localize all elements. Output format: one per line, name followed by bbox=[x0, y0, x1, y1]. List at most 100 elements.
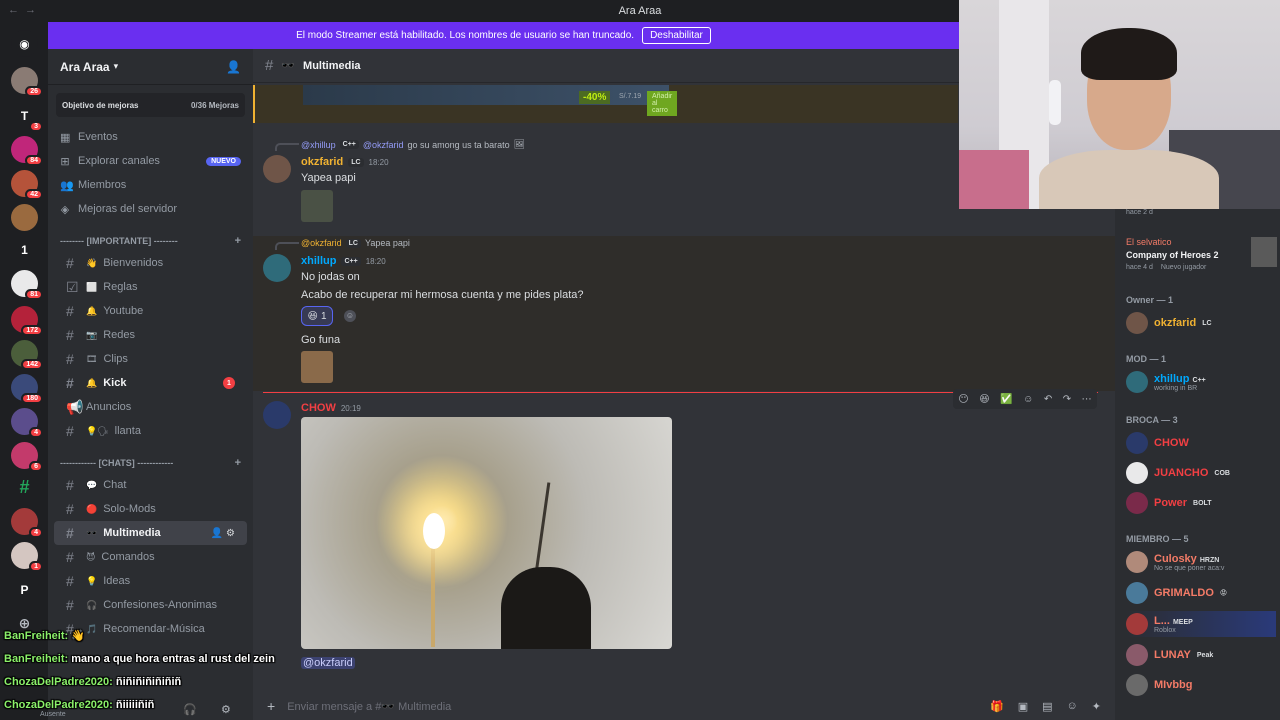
image-attachment[interactable] bbox=[301, 417, 672, 649]
channel-youtube[interactable]: # 🔔 Youtube bbox=[54, 299, 247, 323]
menu-item-members[interactable]: 👥 Miembros bbox=[48, 173, 253, 197]
sticker-icon[interactable]: ▤ bbox=[1042, 700, 1052, 713]
headset-icon[interactable]: 🎧 bbox=[183, 703, 197, 716]
add-reaction-icon[interactable]: ☺ bbox=[344, 310, 356, 322]
group-header: MIEMBRO — 5 bbox=[1126, 534, 1189, 544]
channel-reglas[interactable]: ☑ ⬜ Reglas bbox=[54, 275, 247, 299]
boost-goal[interactable]: Objetivo de mejoras 0/36 Mejoras bbox=[56, 93, 245, 117]
unread-badge: 1 bbox=[223, 377, 235, 389]
channel-kick[interactable]: # 🔔 Kick 1 bbox=[54, 371, 247, 395]
menu-item-browse[interactable]: ⊞ Explorar canales NUEVO bbox=[48, 149, 253, 173]
group-header: BROCA — 3 bbox=[1126, 415, 1178, 425]
avatar[interactable] bbox=[263, 254, 291, 282]
reply-preview[interactable]: @xhillup C++ @okzfarid go su among us ta… bbox=[301, 139, 525, 150]
member-item[interactable]: Power BOLT bbox=[1126, 490, 1276, 516]
add-reaction-icon[interactable]: ☺ bbox=[1023, 394, 1033, 405]
channel-chat[interactable]: # 💬 Chat bbox=[54, 473, 247, 497]
member-item[interactable]: L... MEEP Roblox bbox=[1126, 611, 1276, 637]
menu-item-boosts[interactable]: ◈ Mejoras del servidor bbox=[48, 197, 253, 221]
server-icon[interactable]: 26 bbox=[11, 67, 43, 97]
more-icon[interactable]: ⋯ bbox=[1082, 394, 1092, 405]
menu-item-events[interactable]: ▦ Eventos bbox=[48, 125, 253, 149]
channel-ideas[interactable]: # 💡 Ideas bbox=[54, 569, 247, 593]
reply-preview[interactable]: @okzfarid LC Yapea papi bbox=[301, 238, 410, 248]
add-channel-icon[interactable]: + bbox=[235, 457, 241, 469]
add-channel-icon[interactable]: + bbox=[235, 235, 241, 247]
reaction-icon[interactable]: 😶 bbox=[958, 394, 968, 405]
apps-icon[interactable]: ✦ bbox=[1092, 700, 1101, 713]
nav-arrows-icon[interactable]: ←→ bbox=[8, 4, 42, 16]
server-icon[interactable]: 172 bbox=[11, 306, 43, 336]
invite-people-icon[interactable]: 👤 bbox=[226, 60, 241, 74]
member-item[interactable]: CHOW bbox=[1126, 430, 1276, 456]
checkmark-icon[interactable]: ✅ bbox=[1000, 394, 1012, 405]
streamer-mode-banner: El modo Streamer está habilitado. Los no… bbox=[48, 22, 959, 49]
server-icon[interactable]: # bbox=[11, 474, 38, 501]
discord-home-icon[interactable]: ◉ bbox=[11, 30, 38, 57]
message-author[interactable]: CHOW 20:19 bbox=[301, 402, 361, 414]
channel-multimedia[interactable]: # 🕶️ Multimedia 👤 ⚙ bbox=[54, 521, 247, 545]
activity-extra: Nuevo jugador bbox=[1160, 264, 1207, 271]
user-settings-icon[interactable]: ⚙ bbox=[221, 703, 231, 716]
category-important[interactable]: -------- [IMPORTANTE] -------- + bbox=[48, 231, 253, 251]
message-text: Acabo de recuperar mi hermosa cuenta y m… bbox=[301, 289, 584, 301]
channel-bienvenidos[interactable]: # 👋 Bienvenidos bbox=[54, 251, 247, 275]
member-item[interactable]: xhillup C++ working in BR bbox=[1126, 369, 1276, 395]
server-icon[interactable]: T3 bbox=[11, 102, 43, 132]
server-icon[interactable]: 180 bbox=[11, 374, 43, 404]
gif-icon[interactable]: ▣ bbox=[1018, 700, 1028, 713]
server-icon[interactable]: 84 bbox=[11, 136, 43, 166]
member-item[interactable]: GRIMALDO 😡 bbox=[1126, 580, 1276, 606]
discord-window: ←→ Ara Araa El modo Streamer está habili… bbox=[0, 0, 1280, 720]
server-icon[interactable]: 42 bbox=[11, 170, 43, 200]
channel-redes[interactable]: # 📷 Redes bbox=[54, 323, 247, 347]
disable-streamer-button[interactable]: Deshabilitar bbox=[642, 27, 711, 44]
reaction-button[interactable]: 😆 1 bbox=[301, 306, 333, 326]
avatar bbox=[1126, 492, 1148, 514]
channel-solo-mods[interactable]: # 🔴 Solo-Mods bbox=[54, 497, 247, 521]
avatar[interactable] bbox=[263, 155, 291, 183]
server-icon[interactable]: P bbox=[11, 576, 38, 603]
server-icon[interactable]: 6 bbox=[11, 442, 43, 472]
stream-chat-line: BanFreiheit: mano a que hora entras al r… bbox=[4, 653, 275, 665]
server-icon[interactable] bbox=[11, 204, 38, 231]
channel-settings-icon[interactable]: 👤 ⚙ bbox=[211, 528, 235, 539]
message-author[interactable]: xhillup C++ 18:20 bbox=[301, 255, 386, 267]
hash-icon: # bbox=[66, 501, 74, 517]
message-author[interactable]: okzfarid LC 18:20 bbox=[301, 156, 389, 168]
message-text: Yapea papi bbox=[301, 172, 356, 184]
member-item[interactable]: MIvbbg bbox=[1126, 672, 1276, 698]
reply-icon[interactable]: ↶ bbox=[1044, 394, 1052, 405]
rules-icon: ☑ bbox=[66, 278, 79, 295]
server-icon[interactable]: 4 bbox=[11, 508, 43, 538]
hash-icon: # bbox=[66, 351, 74, 367]
server-header[interactable]: Ara Araa ▾ 👤 bbox=[48, 49, 253, 85]
channel-clips[interactable]: # 🎞 Clips bbox=[54, 347, 247, 371]
reaction-icon[interactable]: 😆 bbox=[979, 394, 989, 405]
member-item[interactable]: JUANCHO COB bbox=[1126, 460, 1276, 486]
channel-title: Multimedia bbox=[303, 59, 361, 72]
server-icon[interactable]: 1 bbox=[11, 542, 43, 572]
channel-comandos[interactable]: # 😈 Comandos bbox=[54, 545, 247, 569]
category-chats[interactable]: ------------ [CHATS] ------------ + bbox=[48, 453, 253, 473]
sticker-image[interactable] bbox=[301, 190, 333, 222]
activity-meta: hace 4 d bbox=[1126, 264, 1153, 271]
emoji-icon[interactable]: ☺ bbox=[1067, 700, 1078, 713]
forward-icon[interactable]: ↷ bbox=[1063, 394, 1071, 405]
sticker-image[interactable] bbox=[301, 351, 333, 383]
gift-icon[interactable]: 🎁 bbox=[990, 700, 1004, 713]
server-icon[interactable]: 81 bbox=[11, 270, 43, 300]
channel-anuncios[interactable]: 📢 Anuncios bbox=[54, 395, 247, 419]
member-item[interactable]: LUNAY Peak bbox=[1126, 642, 1276, 668]
server-icon[interactable]: 1 bbox=[11, 236, 38, 263]
server-icon[interactable]: 4 bbox=[11, 408, 43, 438]
server-name: Ara Araa bbox=[60, 59, 110, 74]
member-item[interactable]: okzfarid LC bbox=[1126, 310, 1276, 336]
channel-llanta[interactable]: # 💡🗣 llanta bbox=[54, 419, 247, 443]
channel-confesiones[interactable]: # 🎧 Confesiones-Anonimas bbox=[54, 593, 247, 617]
avatar[interactable] bbox=[263, 401, 291, 429]
member-item[interactable]: Culosky HRZN No se que poner aca:v bbox=[1126, 549, 1276, 575]
add-to-cart-button[interactable]: Añadir al carro bbox=[647, 91, 678, 116]
activity-user: El selvatico bbox=[1126, 237, 1172, 247]
server-icon[interactable]: 142 bbox=[11, 340, 43, 370]
